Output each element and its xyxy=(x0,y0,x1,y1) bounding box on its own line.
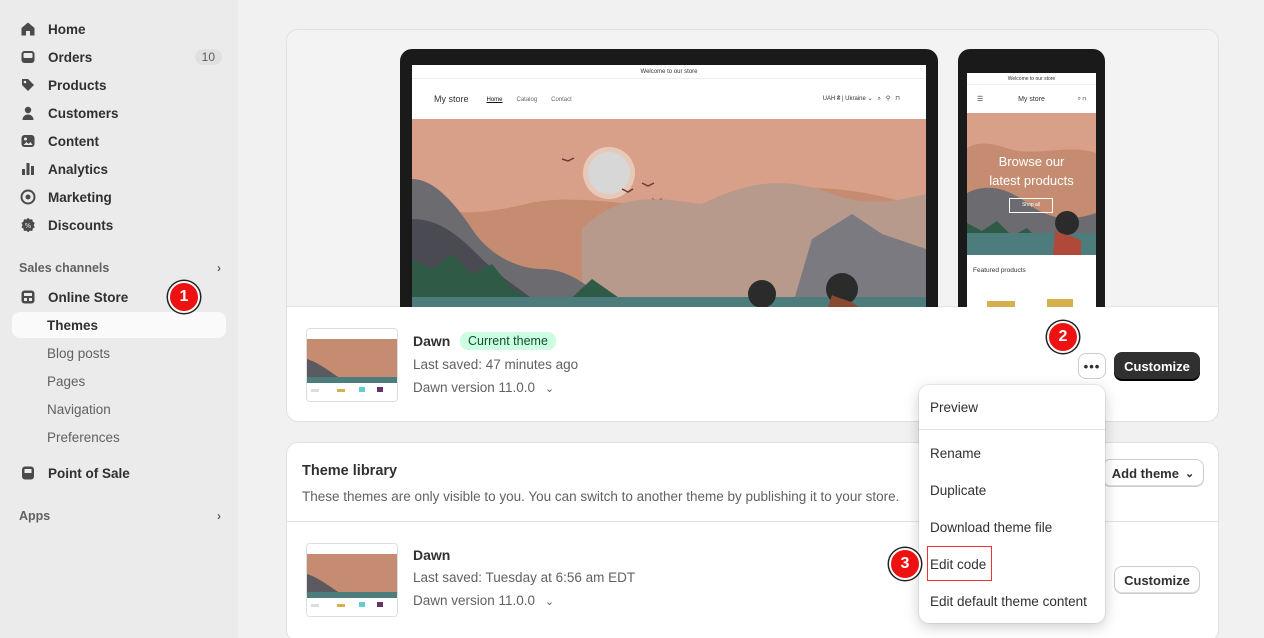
product-thumb xyxy=(1047,299,1073,307)
theme-actions-menu: Preview Rename Duplicate Download theme … xyxy=(919,385,1105,623)
sidebar-item-blog-posts[interactable]: Blog posts xyxy=(12,340,226,366)
step-marker-1: 1 xyxy=(168,281,200,313)
inbox-icon xyxy=(20,49,36,65)
sidebar-item-label: Online Store xyxy=(48,289,129,305)
sidebar-item-label: Analytics xyxy=(48,161,109,177)
theme-version-toggle[interactable]: Dawn version 11.0.0 ⌄ xyxy=(413,380,554,395)
sidebar-item-analytics[interactable]: Analytics xyxy=(12,156,226,182)
sidebar-item-label: Content xyxy=(48,133,99,149)
theme-thumbnail xyxy=(306,543,398,617)
sidebar-item-content[interactable]: Content xyxy=(12,128,226,154)
menu-item-duplicate[interactable]: Duplicate xyxy=(930,483,986,498)
product-thumb xyxy=(987,301,1015,307)
preview-locale-text: UAH ₴ | Ukraine xyxy=(822,96,866,102)
more-actions-button[interactable]: ••• xyxy=(1078,353,1106,379)
hamburger-icon: ☰ xyxy=(977,96,984,103)
theme-library-title: Theme library xyxy=(302,463,398,479)
chevron-down-icon: ⌄ xyxy=(544,383,555,395)
sidebar-item-label: Orders xyxy=(48,49,93,65)
theme-thumbnail xyxy=(306,328,398,402)
hero-illustration xyxy=(412,119,926,307)
preview-nav-catalog: Catalog xyxy=(516,96,538,103)
tag-icon xyxy=(20,77,36,93)
chevron-down-icon: ⌄ xyxy=(1184,467,1195,480)
sidebar-item-navigation[interactable]: Navigation xyxy=(12,396,226,422)
step-marker-2: 2 xyxy=(1047,321,1079,353)
home-icon xyxy=(20,21,36,37)
menu-item-edit-default-theme-content[interactable]: Edit default theme content xyxy=(930,594,1087,609)
apps-label: Apps xyxy=(19,509,51,523)
sidebar-item-label: Customers xyxy=(48,105,119,121)
sidebar: Home Orders 10 Products Customers Conten… xyxy=(0,0,238,638)
sidebar-item-pages[interactable]: Pages xyxy=(12,368,226,394)
chevron-right-icon: › xyxy=(217,509,221,523)
add-theme-label: Add theme xyxy=(1111,465,1179,481)
theme-version-toggle[interactable]: Dawn version 11.0.0 ⌄ xyxy=(413,593,554,608)
mobile-hero-line-1: Browse our xyxy=(998,154,1065,169)
sales-channels-label: Sales channels xyxy=(19,261,110,275)
person-icon xyxy=(20,105,36,121)
sidebar-item-label: Marketing xyxy=(48,189,112,205)
mobile-hero-line-2: latest products xyxy=(989,173,1074,188)
mobile-preview: Welcome to our store ☰ My store ⌕ ⊓ Brow… xyxy=(958,49,1105,307)
sidebar-item-point-of-sale[interactable]: Point of Sale xyxy=(12,460,226,486)
last-saved: Last saved: 47 minutes ago xyxy=(413,357,579,372)
store-icon xyxy=(20,289,36,305)
sidebar-item-label: Home xyxy=(48,21,86,37)
image-icon xyxy=(20,133,36,149)
sidebar-item-marketing[interactable]: Marketing xyxy=(12,184,226,210)
sidebar-item-label: Point of Sale xyxy=(48,465,130,481)
customize-button[interactable]: Customize xyxy=(1114,352,1200,380)
menu-item-preview[interactable]: Preview xyxy=(930,400,978,415)
sidebar-item-preferences[interactable]: Preferences xyxy=(12,424,226,450)
ellipsis-icon: ••• xyxy=(1083,358,1101,374)
current-theme-card: Welcome to our store My store Home Catal… xyxy=(286,29,1219,422)
bar-chart-icon xyxy=(20,161,36,177)
chevron-right-icon: › xyxy=(217,261,221,275)
preview-locale: UAH ₴ | Ukraine ⌄ ⌕ ⚲ ⊓ xyxy=(822,96,900,102)
mobile-preview-brand: My store xyxy=(1018,95,1045,103)
theme-preview: Welcome to our store My store Home Catal… xyxy=(287,30,1218,307)
svg-text:%: % xyxy=(25,222,32,230)
theme-name: Dawn xyxy=(413,547,451,563)
add-theme-button[interactable]: Add theme ⌄ xyxy=(1102,459,1204,487)
orders-count-badge: 10 xyxy=(194,49,222,65)
theme-version-label: Dawn version 11.0.0 xyxy=(413,593,536,608)
current-theme-badge: Current theme xyxy=(460,332,556,350)
sidebar-item-customers[interactable]: Customers xyxy=(12,100,226,126)
sales-channels-header[interactable]: Sales channels › xyxy=(19,258,221,278)
featured-products-heading: Featured products xyxy=(973,267,1026,274)
theme-name: Dawn xyxy=(413,333,451,349)
mobile-preview-announcement: Welcome to our store xyxy=(967,73,1096,85)
step-marker-3: 3 xyxy=(889,548,921,580)
menu-item-download-theme-file[interactable]: Download theme file xyxy=(930,520,1052,535)
menu-item-edit-code[interactable]: Edit code xyxy=(930,557,986,572)
theme-library-description: These themes are only visible to you. Yo… xyxy=(302,489,900,504)
theme-version-label: Dawn version 11.0.0 xyxy=(413,380,536,395)
menu-item-rename[interactable]: Rename xyxy=(930,446,981,461)
last-saved: Last saved: Tuesday at 6:56 am EDT xyxy=(413,570,636,585)
mobile-shop-all-button: Shop all xyxy=(1009,198,1053,213)
preview-nav-home: Home xyxy=(486,96,503,103)
desktop-preview: Welcome to our store My store Home Catal… xyxy=(400,49,938,307)
target-icon xyxy=(20,189,36,205)
chevron-down-icon: ⌄ xyxy=(544,596,555,608)
discount-icon: % xyxy=(20,217,36,233)
sidebar-item-home[interactable]: Home xyxy=(12,16,226,42)
sidebar-item-products[interactable]: Products xyxy=(12,72,226,98)
sidebar-item-label: Discounts xyxy=(48,217,114,233)
preview-brand: My store xyxy=(434,94,469,104)
menu-divider xyxy=(919,429,1105,430)
apps-header[interactable]: Apps › xyxy=(19,506,221,526)
mobile-header-icons: ⌕ ⊓ xyxy=(1077,95,1086,102)
customize-button[interactable]: Customize xyxy=(1114,566,1200,594)
sidebar-item-label: Products xyxy=(48,77,107,93)
preview-announcement: Welcome to our store xyxy=(412,65,926,79)
sidebar-item-orders[interactable]: Orders 10 xyxy=(12,44,226,70)
sidebar-item-themes[interactable]: Themes xyxy=(12,312,226,338)
pos-icon xyxy=(20,465,36,481)
preview-nav-contact: Contact xyxy=(551,96,572,103)
sidebar-item-discounts[interactable]: % Discounts xyxy=(12,212,226,238)
